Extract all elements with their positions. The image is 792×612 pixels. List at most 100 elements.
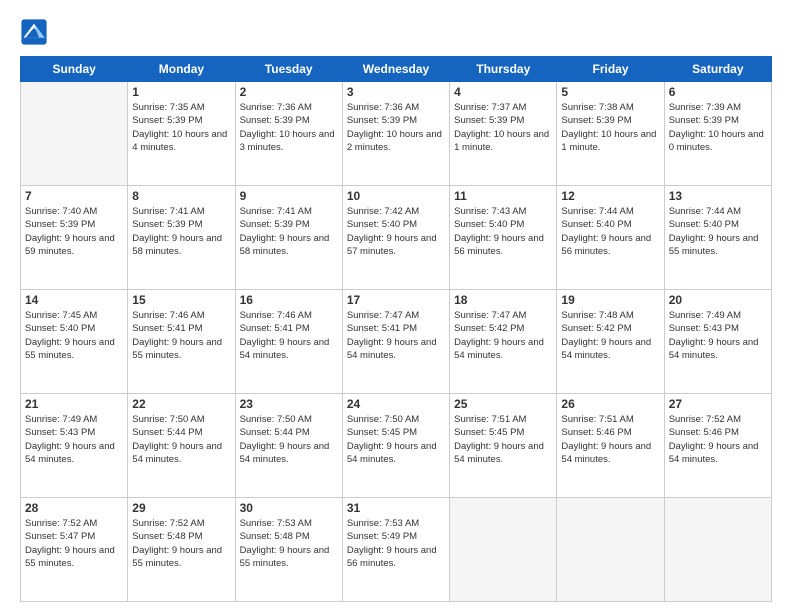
calendar-week-1: 7 Sunrise: 7:40 AMSunset: 5:39 PMDaylight… (21, 186, 772, 290)
day-number: 30 (240, 501, 338, 515)
calendar-cell: 18 Sunrise: 7:47 AMSunset: 5:42 PMDayligh… (450, 290, 557, 394)
day-info: Sunrise: 7:49 AMSunset: 5:43 PMDaylight:… (25, 413, 123, 466)
day-info: Sunrise: 7:41 AMSunset: 5:39 PMDaylight:… (240, 205, 338, 258)
day-info: Sunrise: 7:52 AMSunset: 5:48 PMDaylight:… (132, 517, 230, 570)
day-info: Sunrise: 7:51 AMSunset: 5:45 PMDaylight:… (454, 413, 552, 466)
calendar-cell: 16Sunrise: 7:46 AMSunset: 5:41 PMDayligh… (235, 290, 342, 394)
header-cell-sunday: Sunday (21, 57, 128, 82)
day-info: Sunrise: 7:44 AMSunset: 5:40 PMDaylight:… (669, 205, 767, 258)
header-cell-monday: Monday (128, 57, 235, 82)
calendar-table: SundayMondayTuesdayWednesdayThursdayFrid… (20, 56, 772, 602)
day-number: 21 (25, 397, 123, 411)
logo (20, 18, 52, 46)
calendar-cell: 29Sunrise: 7:52 AMSunset: 5:48 PMDayligh… (128, 498, 235, 602)
day-number: 18 (454, 293, 552, 307)
day-number: 26 (561, 397, 659, 411)
day-number: 12 (561, 189, 659, 203)
header-cell-tuesday: Tuesday (235, 57, 342, 82)
calendar-week-4: 28 Sunrise: 7:52 AMSunset: 5:47 PMDayligh… (21, 498, 772, 602)
day-info: Sunrise: 7:36 AMSunset: 5:39 PMDaylight:… (347, 101, 445, 154)
day-number: 28 (25, 501, 123, 515)
calendar-cell: 20 Sunrise: 7:49 AMSunset: 5:43 PMDayligh… (664, 290, 771, 394)
calendar-cell: 26Sunrise: 7:51 AMSunset: 5:46 PMDayligh… (557, 394, 664, 498)
calendar-cell: 14 Sunrise: 7:45 AMSunset: 5:40 PMDayligh… (21, 290, 128, 394)
day-number: 5 (561, 85, 659, 99)
calendar-cell: 9 Sunrise: 7:41 AMSunset: 5:39 PMDaylight… (235, 186, 342, 290)
calendar-cell: 28 Sunrise: 7:52 AMSunset: 5:47 PMDayligh… (21, 498, 128, 602)
day-number: 11 (454, 189, 552, 203)
day-number: 2 (240, 85, 338, 99)
calendar-cell: 24 Sunrise: 7:50 AMSunset: 5:45 PMDayligh… (342, 394, 449, 498)
day-number: 13 (669, 189, 767, 203)
day-info: Sunrise: 7:50 AMSunset: 5:44 PMDaylight:… (132, 413, 230, 466)
day-info: Sunrise: 7:49 AMSunset: 5:43 PMDaylight:… (669, 309, 767, 362)
calendar-cell: 1Sunrise: 7:35 AMSunset: 5:39 PMDaylight… (128, 82, 235, 186)
calendar-cell: 19Sunrise: 7:48 AMSunset: 5:42 PMDayligh… (557, 290, 664, 394)
calendar-cell: 31 Sunrise: 7:53 AMSunset: 5:49 PMDayligh… (342, 498, 449, 602)
calendar-cell: 25Sunrise: 7:51 AMSunset: 5:45 PMDayligh… (450, 394, 557, 498)
day-info: Sunrise: 7:52 AMSunset: 5:46 PMDaylight:… (669, 413, 767, 466)
calendar-cell (450, 498, 557, 602)
calendar-body: 1Sunrise: 7:35 AMSunset: 5:39 PMDaylight… (21, 82, 772, 602)
day-number: 22 (132, 397, 230, 411)
day-number: 15 (132, 293, 230, 307)
calendar-cell: 11 Sunrise: 7:43 AMSunset: 5:40 PMDayligh… (450, 186, 557, 290)
day-number: 31 (347, 501, 445, 515)
calendar-cell (557, 498, 664, 602)
day-info: Sunrise: 7:47 AMSunset: 5:42 PMDaylight:… (454, 309, 552, 362)
calendar-cell: 5Sunrise: 7:38 AMSunset: 5:39 PMDaylight… (557, 82, 664, 186)
day-number: 9 (240, 189, 338, 203)
calendar-cell: 6 Sunrise: 7:39 AMSunset: 5:39 PMDaylight… (664, 82, 771, 186)
calendar-cell: 4 Sunrise: 7:37 AMSunset: 5:39 PMDaylight… (450, 82, 557, 186)
day-number: 20 (669, 293, 767, 307)
calendar-cell: 13 Sunrise: 7:44 AMSunset: 5:40 PMDayligh… (664, 186, 771, 290)
day-number: 3 (347, 85, 445, 99)
day-number: 14 (25, 293, 123, 307)
day-info: Sunrise: 7:39 AMSunset: 5:39 PMDaylight:… (669, 101, 767, 154)
calendar-cell: 21 Sunrise: 7:49 AMSunset: 5:43 PMDayligh… (21, 394, 128, 498)
day-number: 6 (669, 85, 767, 99)
day-info: Sunrise: 7:46 AMSunset: 5:41 PMDaylight:… (240, 309, 338, 362)
day-number: 8 (132, 189, 230, 203)
calendar-week-3: 21 Sunrise: 7:49 AMSunset: 5:43 PMDayligh… (21, 394, 772, 498)
day-info: Sunrise: 7:40 AMSunset: 5:39 PMDaylight:… (25, 205, 123, 258)
header-cell-friday: Friday (557, 57, 664, 82)
day-number: 24 (347, 397, 445, 411)
calendar-cell: 30 Sunrise: 7:53 AMSunset: 5:48 PMDayligh… (235, 498, 342, 602)
calendar-cell: 3 Sunrise: 7:36 AMSunset: 5:39 PMDaylight… (342, 82, 449, 186)
day-info: Sunrise: 7:44 AMSunset: 5:40 PMDaylight:… (561, 205, 659, 258)
day-number: 10 (347, 189, 445, 203)
day-info: Sunrise: 7:45 AMSunset: 5:40 PMDaylight:… (25, 309, 123, 362)
calendar-week-2: 14 Sunrise: 7:45 AMSunset: 5:40 PMDayligh… (21, 290, 772, 394)
calendar-cell: 27 Sunrise: 7:52 AMSunset: 5:46 PMDayligh… (664, 394, 771, 498)
day-number: 1 (132, 85, 230, 99)
calendar-cell: 2Sunrise: 7:36 AMSunset: 5:39 PMDaylight… (235, 82, 342, 186)
day-info: Sunrise: 7:43 AMSunset: 5:40 PMDaylight:… (454, 205, 552, 258)
calendar-header-row: SundayMondayTuesdayWednesdayThursdayFrid… (21, 57, 772, 82)
day-info: Sunrise: 7:53 AMSunset: 5:49 PMDaylight:… (347, 517, 445, 570)
calendar-cell: 7 Sunrise: 7:40 AMSunset: 5:39 PMDaylight… (21, 186, 128, 290)
day-info: Sunrise: 7:50 AMSunset: 5:45 PMDaylight:… (347, 413, 445, 466)
day-number: 7 (25, 189, 123, 203)
day-info: Sunrise: 7:46 AMSunset: 5:41 PMDaylight:… (132, 309, 230, 362)
calendar-cell: 15 Sunrise: 7:46 AMSunset: 5:41 PMDayligh… (128, 290, 235, 394)
header-cell-thursday: Thursday (450, 57, 557, 82)
day-info: Sunrise: 7:47 AMSunset: 5:41 PMDaylight:… (347, 309, 445, 362)
page: SundayMondayTuesdayWednesdayThursdayFrid… (0, 0, 792, 612)
day-info: Sunrise: 7:53 AMSunset: 5:48 PMDaylight:… (240, 517, 338, 570)
day-info: Sunrise: 7:37 AMSunset: 5:39 PMDaylight:… (454, 101, 552, 154)
day-number: 27 (669, 397, 767, 411)
calendar-cell: 22 Sunrise: 7:50 AMSunset: 5:44 PMDayligh… (128, 394, 235, 498)
day-info: Sunrise: 7:52 AMSunset: 5:47 PMDaylight:… (25, 517, 123, 570)
calendar-cell (21, 82, 128, 186)
calendar-cell (664, 498, 771, 602)
header-cell-wednesday: Wednesday (342, 57, 449, 82)
day-number: 19 (561, 293, 659, 307)
day-info: Sunrise: 7:42 AMSunset: 5:40 PMDaylight:… (347, 205, 445, 258)
calendar-cell: 10 Sunrise: 7:42 AMSunset: 5:40 PMDayligh… (342, 186, 449, 290)
day-number: 17 (347, 293, 445, 307)
calendar-cell: 17 Sunrise: 7:47 AMSunset: 5:41 PMDayligh… (342, 290, 449, 394)
calendar-week-0: 1Sunrise: 7:35 AMSunset: 5:39 PMDaylight… (21, 82, 772, 186)
day-number: 4 (454, 85, 552, 99)
header (20, 18, 772, 46)
